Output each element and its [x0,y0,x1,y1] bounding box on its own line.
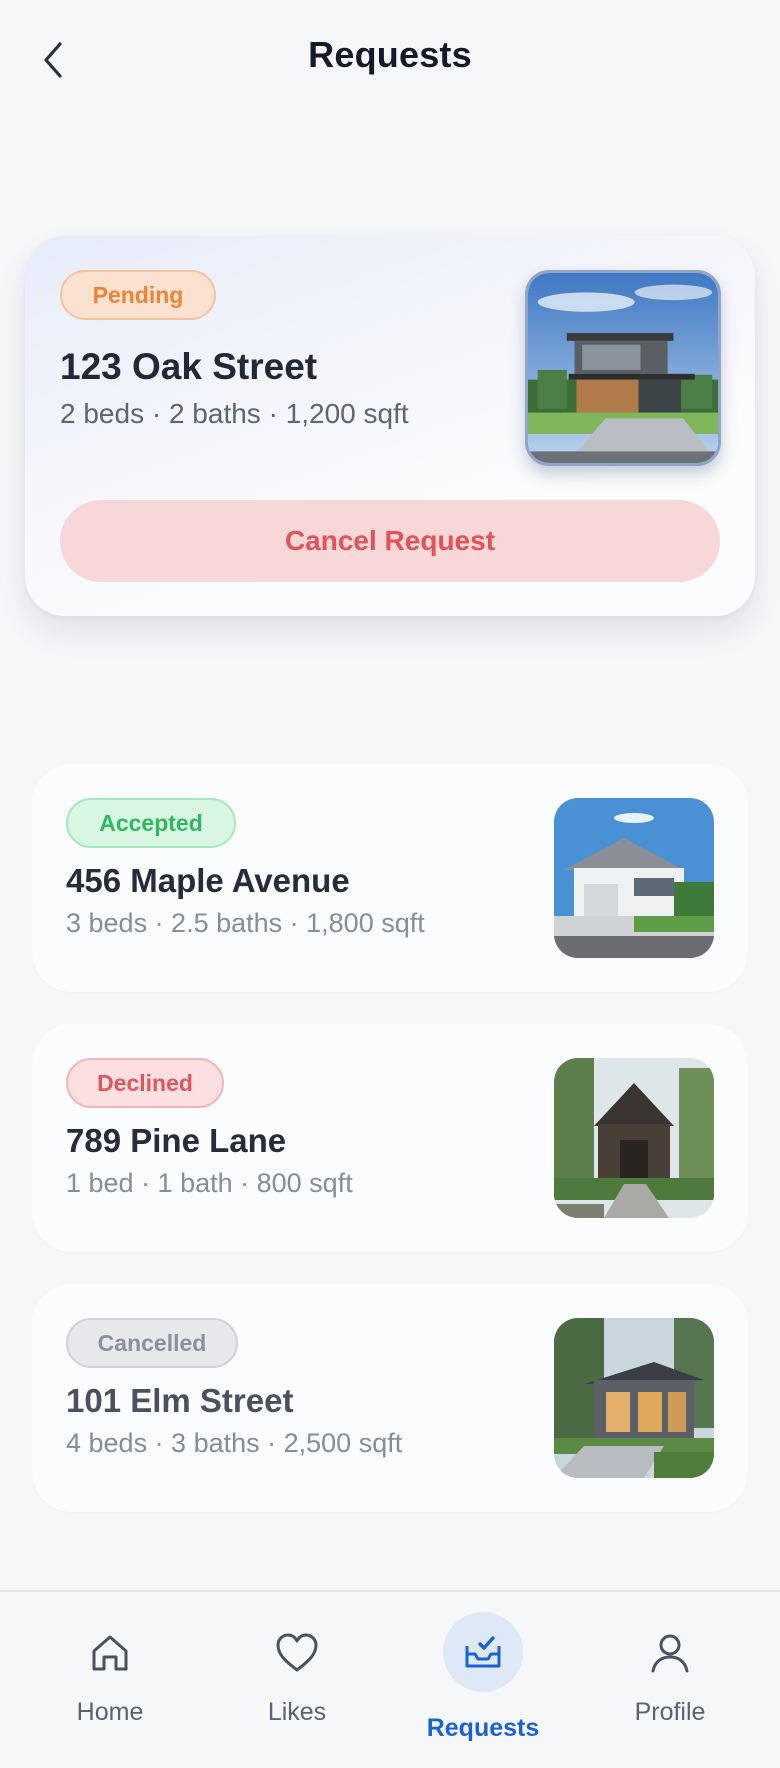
property-image [554,798,714,958]
property-image [554,1058,714,1218]
status-badge: Cancelled [66,1318,238,1368]
request-card-declined[interactable]: Declined 789 Pine Lane 1 bed · 1 bath · … [32,1024,748,1252]
nav-requests[interactable]: Requests [408,1592,558,1768]
nav-likes[interactable]: Likes [222,1592,372,1768]
bottom-nav: Home Likes Requests Profile [0,1590,780,1768]
nav-likes-label: Likes [267,1698,327,1726]
cancel-request-button[interactable]: Cancel Request [60,500,720,582]
property-specs: 4 beds · 3 baths · 2,500 sqft [66,1428,403,1458]
property-title: 101 Elm Street [66,1382,294,1419]
property-specs: 1 bed · 1 bath · 800 sqft [66,1168,353,1198]
property-title: 123 Oak Street [60,346,318,387]
request-card-pending[interactable]: Pending 123 Oak Street 2 beds · 2 baths … [25,236,755,616]
page-title: Requests [308,34,472,75]
property-title: 789 Pine Lane [66,1122,287,1159]
property-specs: 2 beds · 2 baths · 1,200 sqft [60,398,409,429]
nav-home[interactable]: Home [35,1592,185,1768]
nav-profile-label: Profile [634,1698,706,1726]
user-icon [645,1628,695,1678]
request-card-accepted[interactable]: Accepted 456 Maple Avenue 3 beds · 2.5 b… [32,764,748,992]
status-badge: Accepted [66,798,236,848]
property-image [554,1318,714,1478]
home-icon [85,1628,135,1678]
property-title: 456 Maple Avenue [66,862,350,899]
heart-icon [272,1628,322,1678]
request-card-cancelled[interactable]: Cancelled 101 Elm Street 4 beds · 3 bath… [32,1284,748,1512]
nav-profile[interactable]: Profile [595,1592,745,1768]
header: Requests [0,0,780,120]
status-badge: Declined [66,1058,224,1108]
nav-home-label: Home [76,1698,144,1726]
inbox-check-icon [443,1612,523,1692]
nav-requests-label: Requests [426,1714,540,1742]
property-image [525,270,721,466]
status-badge: Pending [60,270,216,320]
property-specs: 3 beds · 2.5 baths · 1,800 sqft [66,908,425,938]
